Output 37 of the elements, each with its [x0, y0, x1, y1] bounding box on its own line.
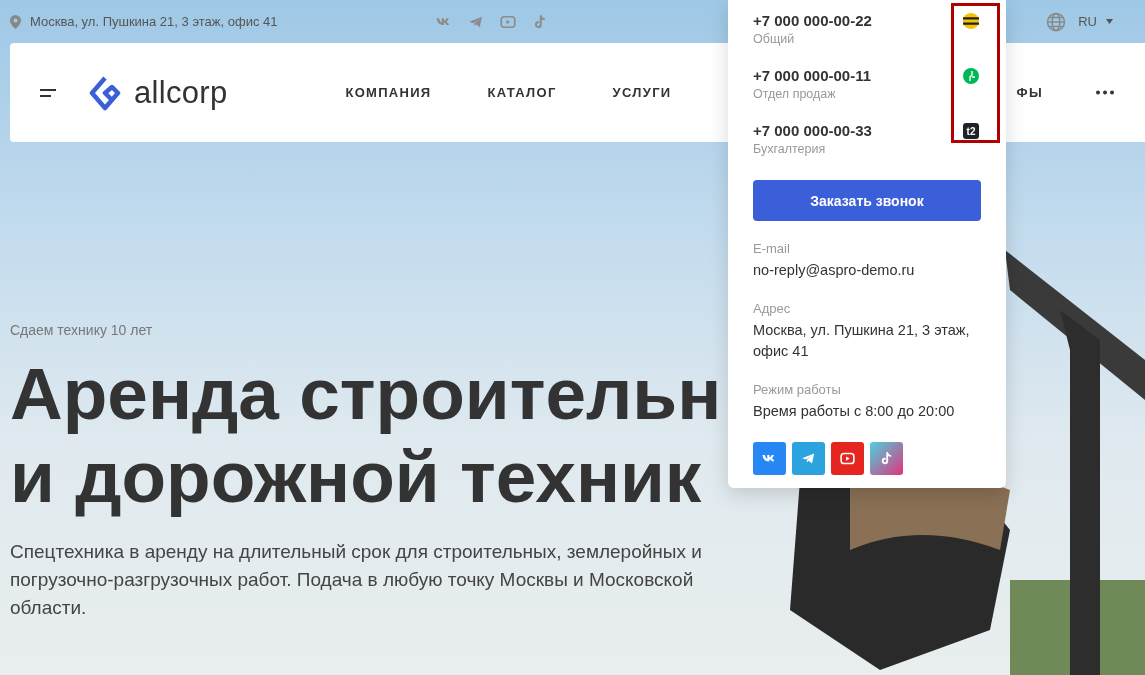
nav-link[interactable]: КАТАЛОГ — [487, 85, 557, 100]
field-label: Адрес — [753, 301, 792, 316]
hero-heading: Аренда строительн — [10, 352, 722, 435]
social-button[interactable] — [753, 442, 786, 475]
logo-icon[interactable] — [88, 74, 122, 111]
phone-number[interactable]: +7 000 000-00-22 — [753, 12, 872, 29]
field-value: Москва, ул. Пушкина 21, 3 этаж, офис 41 — [753, 321, 971, 361]
phone-label: Бухгалтерия — [753, 142, 827, 156]
hero-heading: и дорожной техник — [10, 435, 702, 518]
location-pin-icon — [10, 14, 21, 29]
social-button[interactable] — [831, 442, 864, 475]
nav-link[interactable]: УСЛУГИ — [612, 85, 672, 100]
play-icon[interactable] — [839, 450, 856, 467]
nav-link[interactable]: ФЫ — [1016, 85, 1043, 100]
field-label: Режим работы — [753, 382, 842, 397]
phone-label: Отдел продаж — [753, 87, 837, 101]
phone-label: Общий — [753, 32, 796, 46]
striped-circle-icon — [963, 13, 979, 29]
caret-icon[interactable] — [1106, 19, 1113, 24]
field-value: Время работы с 8:00 до 20:00 — [753, 402, 956, 421]
more-icon[interactable] — [1095, 90, 1115, 95]
operator-logo-icon: t2 — [963, 123, 979, 139]
field-value: no-reply@aspro-demo.ru — [753, 261, 916, 280]
operator-logo-icon — [963, 68, 979, 84]
callback-button[interactable]: Заказать звонок — [753, 180, 981, 221]
globe-icon[interactable] — [1046, 11, 1067, 32]
phone-number[interactable]: +7 000 000-00-33 — [753, 122, 872, 139]
nav-link[interactable]: КОМПАНИЯ — [345, 85, 432, 100]
field-label: E-mail — [753, 241, 791, 256]
social-button[interactable] — [792, 442, 825, 475]
social-button[interactable] — [870, 442, 903, 475]
logo-text[interactable]: allcorp — [134, 74, 228, 111]
hero-description: Спецтехника в аренду на длительный срок для строительных, землеройных и погрузочно-разгрузочных работ. Подача в любую точку Москвы и Московской области. — [10, 540, 703, 620]
language-selector[interactable]: RU — [1078, 14, 1097, 29]
phone-number[interactable]: +7 000 000-00-11 — [753, 67, 872, 84]
eyebrow-text: Сдаем технику 10 лет — [10, 322, 153, 338]
address-text: Москва, ул. Пушкина 21, 3 этаж, офис 41 — [30, 14, 278, 29]
